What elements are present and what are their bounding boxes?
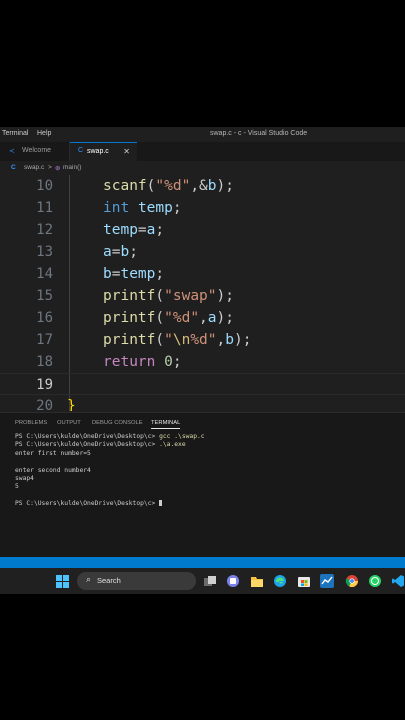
panel-tab-terminal[interactable]: TERMINAL (151, 420, 181, 429)
line-number: 14 (36, 266, 53, 282)
terminal-blank (15, 458, 400, 466)
chrome-icon[interactable] (345, 574, 359, 588)
terminal-output: 5 (15, 483, 19, 491)
code-line[interactable]: 13 a=b; (0, 241, 405, 263)
window-title: swap.c - c - Visual Studio Code (210, 130, 308, 137)
line-number: 20 (36, 398, 53, 411)
teams-icon[interactable] (226, 574, 240, 588)
function-icon: ⊛ (55, 165, 61, 172)
code-line[interactable]: 18 return 0; (0, 351, 405, 373)
tab-label: swap.c (87, 148, 109, 155)
c-icon: C (11, 164, 16, 171)
code-text: printf("%d",a); (103, 310, 234, 326)
terminal-line: PS C:\Users\kulde\OneDrive\Desktop\c> gc… (15, 433, 400, 441)
windows-logo-icon (56, 575, 62, 581)
code-line[interactable]: 11 int temp; (0, 197, 405, 219)
windows-logo-icon (63, 575, 69, 581)
line-number: 19 (36, 377, 53, 393)
breadcrumb-symbol[interactable]: main() (63, 164, 81, 171)
code-editor[interactable]: 10 scanf("%d",&b); 11 int temp; 12 temp=… (0, 175, 405, 411)
code-line[interactable]: 14 b=temp; (0, 263, 405, 285)
code-text: temp=a; (103, 222, 165, 238)
menu-help[interactable]: Help (37, 130, 51, 137)
panel-tab-problems[interactable]: PROBLEMS (15, 420, 47, 426)
code-line[interactable]: 10 scanf("%d",&b); (0, 175, 405, 197)
line-number: 16 (36, 310, 53, 326)
bottom-panel: PROBLEMS OUTPUT DEBUG CONSOLE TERMINAL P… (0, 412, 405, 557)
code-text: } (67, 398, 76, 411)
terminal-prompt: PS C:\Users\kulde\OneDrive\Desktop\c> (15, 441, 156, 449)
edge-icon[interactable] (273, 574, 287, 588)
tab-welcome[interactable]: ≺ Welcome (0, 142, 70, 161)
terminal-prompt: PS C:\Users\kulde\OneDrive\Desktop\c> (15, 433, 156, 440)
line-number: 18 (36, 354, 53, 370)
search-label: Search (97, 576, 121, 585)
tab-swap-c[interactable]: C swap.c ✕ (70, 142, 137, 161)
stock-widget-icon[interactable] (320, 574, 334, 588)
code-line-active[interactable]: 19 (0, 373, 405, 395)
windows-logo-icon (56, 582, 62, 588)
windows-taskbar: ⌕ Search (0, 568, 405, 594)
line-number: 10 (36, 178, 53, 194)
breadcrumb: C swap.c > ⊛ main() (0, 161, 405, 174)
taskbar-search[interactable]: ⌕ Search (77, 572, 196, 590)
line-number: 13 (36, 244, 53, 260)
line-number: 11 (36, 200, 53, 216)
terminal-command: gcc .\swap.c (159, 433, 205, 440)
terminal-line: PS C:\Users\kulde\OneDrive\Desktop\c> (15, 500, 400, 508)
code-text: printf("swap"); (103, 288, 234, 304)
whatsapp-icon[interactable] (368, 574, 382, 588)
title-bar: Terminal Help swap.c - c - Visual Studio… (0, 127, 405, 141)
code-line[interactable]: 12 temp=a; (0, 219, 405, 241)
code-text: printf("\n%d",b); (103, 332, 252, 348)
close-icon[interactable]: ✕ (123, 147, 130, 156)
panel-tab-output[interactable]: OUTPUT (57, 420, 81, 426)
code-text: return 0; (103, 354, 182, 370)
terminal-output: enter first number=5 (15, 449, 91, 457)
code-text: scanf("%d",&b); (103, 178, 234, 194)
code-line[interactable]: 16 printf("%d",a); (0, 307, 405, 329)
status-bar (0, 557, 405, 568)
task-view-icon[interactable] (203, 574, 217, 588)
code-line[interactable]: 15 printf("swap"); (0, 285, 405, 307)
code-text: a=b; (103, 244, 138, 260)
terminal-prompt: PS C:\Users\kulde\OneDrive\Desktop\c> (15, 500, 156, 508)
breadcrumb-file[interactable]: swap.c (24, 164, 44, 171)
tab-label: Welcome (22, 147, 52, 154)
terminal-output: swap4 (15, 474, 34, 482)
vscode-icon: ≺ (9, 148, 15, 155)
terminal[interactable]: PS C:\Users\kulde\OneDrive\Desktop\c> gc… (15, 433, 400, 509)
c-icon: C (78, 147, 84, 154)
terminal-cursor (159, 500, 163, 507)
terminal-blank (15, 492, 400, 500)
terminal-output: enter second number4 (15, 466, 91, 474)
line-number: 17 (36, 332, 53, 348)
start-button[interactable] (56, 575, 69, 588)
menu-terminal[interactable]: Terminal (2, 130, 28, 137)
line-number: 15 (36, 288, 53, 304)
terminal-line: PS C:\Users\kulde\OneDrive\Desktop\c> .\… (15, 441, 400, 449)
tab-bar: ≺ Welcome C swap.c ✕ (0, 142, 405, 161)
code-line[interactable]: 17 printf("\n%d",b); (0, 329, 405, 351)
code-text: b=temp; (103, 266, 165, 282)
breadcrumb-separator: > (48, 164, 52, 171)
terminal-command: .\a.exe (159, 441, 186, 449)
search-icon: ⌕ (86, 575, 92, 585)
code-line[interactable]: 20 } (0, 395, 405, 411)
store-icon[interactable] (297, 574, 311, 588)
vscode-icon[interactable] (391, 574, 405, 588)
panel-tab-debug-console[interactable]: DEBUG CONSOLE (92, 420, 143, 426)
file-explorer-icon[interactable] (250, 574, 264, 588)
vscode-window: Terminal Help swap.c - c - Visual Studio… (0, 127, 405, 594)
code-text: int temp; (103, 200, 182, 216)
windows-logo-icon (63, 582, 69, 588)
line-number: 12 (36, 222, 53, 238)
